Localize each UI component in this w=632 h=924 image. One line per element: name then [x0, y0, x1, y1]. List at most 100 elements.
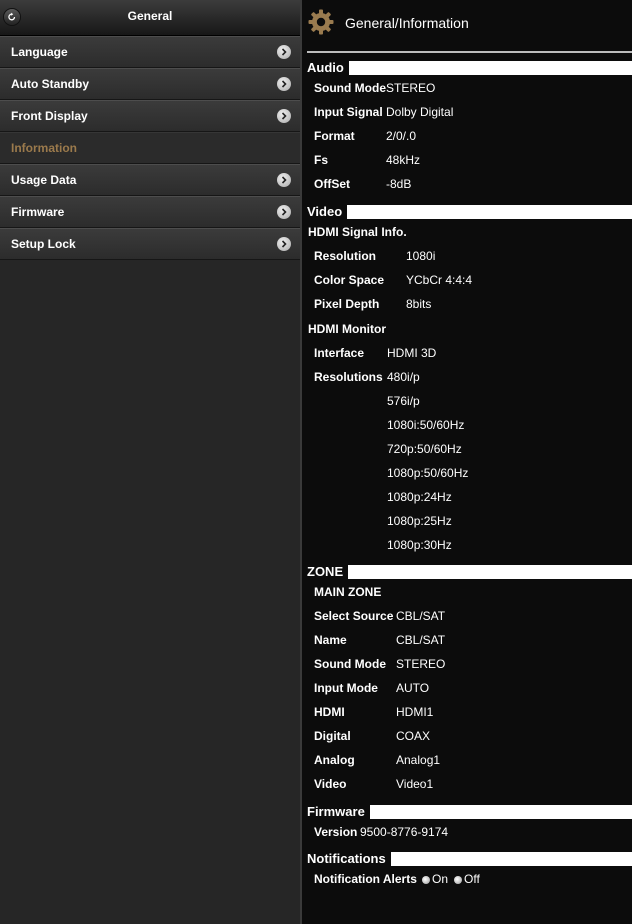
- row-key: Resolution: [314, 249, 376, 263]
- radio-dot-icon: [454, 876, 462, 884]
- menu-item-setup-lock[interactable]: Setup Lock: [0, 228, 300, 260]
- audio-row: Format 2/0/.0: [314, 129, 416, 143]
- resolution-item: 1080p:50/60Hz: [387, 466, 469, 480]
- zone-row: Input Mode AUTO: [314, 681, 429, 695]
- row-key: Interface: [314, 346, 365, 360]
- menu-item-usage-data[interactable]: Usage Data: [0, 164, 300, 196]
- row-value: -8dB: [386, 177, 412, 191]
- row-value: 48kHz: [386, 153, 421, 167]
- row-key: Select Source: [314, 609, 394, 623]
- row-key: Sound Mode: [314, 81, 386, 95]
- row-value: CBL/SAT: [396, 609, 446, 623]
- section-firmware: Firmware: [307, 804, 632, 820]
- section-zone: ZONE: [307, 564, 632, 580]
- row-value: HDMI1: [396, 705, 434, 719]
- row-key: Format: [314, 129, 355, 143]
- row-key: HDMI: [314, 705, 345, 719]
- audio-row: OffSet -8dB: [314, 177, 411, 191]
- zone-row: Sound Mode STEREO: [314, 657, 445, 671]
- resolution-item: 1080p:25Hz: [387, 514, 452, 528]
- menu-item-label: Usage Data: [11, 173, 77, 187]
- row-value: COAX: [396, 729, 431, 743]
- video-row: Pixel Depth 8bits: [314, 297, 431, 311]
- resolution-item: 480i/p: [387, 370, 420, 384]
- row-key: Resolutions: [314, 370, 383, 384]
- radio-off[interactable]: Off: [454, 872, 480, 886]
- radio-on-label: On: [432, 872, 449, 886]
- video-row: Resolutions: [314, 370, 383, 384]
- audio-row: Fs 48kHz: [314, 153, 420, 167]
- row-key: MAIN ZONE: [314, 585, 382, 599]
- audio-row: Sound Mode STEREO: [314, 81, 435, 95]
- resolution-item: 1080p:24Hz: [387, 490, 452, 504]
- row-value: Dolby Digital: [386, 105, 454, 119]
- row-value: 8bits: [406, 297, 432, 311]
- row-key: Digital: [314, 729, 351, 743]
- menu-item-information[interactable]: Information: [0, 132, 300, 164]
- row-key: Version: [314, 825, 358, 839]
- zone-row: Name CBL/SAT: [314, 633, 445, 647]
- hdmi-signal-heading: HDMI Signal Info.: [308, 225, 407, 239]
- row-key: OffSet: [314, 177, 350, 191]
- row-value: YCbCr 4:4:4: [406, 273, 473, 287]
- sidebar-title: General: [127, 9, 173, 23]
- section-heading: Notifications: [307, 851, 391, 867]
- menu-item-label: Firmware: [11, 205, 65, 219]
- row-value: 2/0/.0: [386, 129, 417, 143]
- zone-row: HDMI HDMI1: [314, 705, 433, 719]
- audio-row: Input Signal Dolby Digital: [314, 105, 453, 119]
- zone-row: Analog Analog1: [314, 753, 440, 767]
- page-title: General/Information: [345, 15, 469, 31]
- row-key: Notification Alerts: [314, 872, 417, 886]
- resolution-item: 720p:50/60Hz: [387, 442, 462, 456]
- radio-on[interactable]: On: [422, 872, 448, 886]
- zone-row: Select Source CBL/SAT: [314, 609, 445, 623]
- row-value: STEREO: [386, 81, 436, 95]
- menu-item-label: Setup Lock: [11, 237, 76, 251]
- row-value: 1080i: [406, 249, 436, 263]
- menu-item-front-display[interactable]: Front Display: [0, 100, 300, 132]
- chevron-right-icon: [277, 205, 291, 219]
- zone-row: Digital COAX: [314, 729, 430, 743]
- video-row: Color Space YCbCr 4:4:4: [314, 273, 472, 287]
- row-key: Name: [314, 633, 347, 647]
- chevron-right-icon: [277, 173, 291, 187]
- section-video: Video: [307, 204, 632, 220]
- content-panel: General/Information Audio Sound Mode STER…: [302, 0, 632, 924]
- hdmi-monitor-heading: HDMI Monitor: [308, 322, 386, 336]
- video-row: Resolution 1080i: [314, 249, 435, 263]
- row-key: Input Mode: [314, 681, 378, 695]
- section-heading: Audio: [307, 60, 349, 76]
- resolution-item: 576i/p: [387, 394, 420, 408]
- notifications-row: Notification Alerts On Off: [314, 872, 480, 886]
- chevron-right-icon: [277, 237, 291, 251]
- section-audio: Audio: [307, 60, 632, 76]
- row-key: Sound Mode: [314, 657, 386, 671]
- firmware-row: Version 9500-8776-9174: [314, 825, 448, 839]
- section-notifications: Notifications: [307, 851, 632, 867]
- chevron-right-icon: [277, 77, 291, 91]
- row-key: Color Space: [314, 273, 385, 287]
- row-value: Analog1: [396, 753, 441, 767]
- sidebar: General Language Auto Standby Front Disp…: [0, 0, 300, 924]
- resolution-item: 1080i:50/60Hz: [387, 418, 465, 432]
- resolution-item: 1080p:30Hz: [387, 538, 452, 552]
- menu-item-label: Auto Standby: [11, 77, 89, 91]
- menu-item-auto-standby[interactable]: Auto Standby: [0, 68, 300, 100]
- row-key: Input Signal: [314, 105, 383, 119]
- menu-item-label: Front Display: [11, 109, 88, 123]
- row-value: AUTO: [396, 681, 430, 695]
- row-value: 9500-8776-9174: [360, 825, 449, 839]
- row-value: HDMI 3D: [387, 346, 437, 360]
- gear-icon: [308, 9, 334, 35]
- chevron-right-icon: [277, 109, 291, 123]
- menu-item-language[interactable]: Language: [0, 36, 300, 68]
- menu-item-label: Language: [11, 45, 68, 59]
- main-zone-label: MAIN ZONE: [314, 585, 381, 599]
- chevron-right-icon: [277, 45, 291, 59]
- radio-off-label: Off: [464, 872, 480, 886]
- section-heading: Video: [307, 204, 348, 220]
- menu-item-firmware[interactable]: Firmware: [0, 196, 300, 228]
- row-value: Video1: [396, 777, 434, 791]
- header-divider: [307, 51, 632, 53]
